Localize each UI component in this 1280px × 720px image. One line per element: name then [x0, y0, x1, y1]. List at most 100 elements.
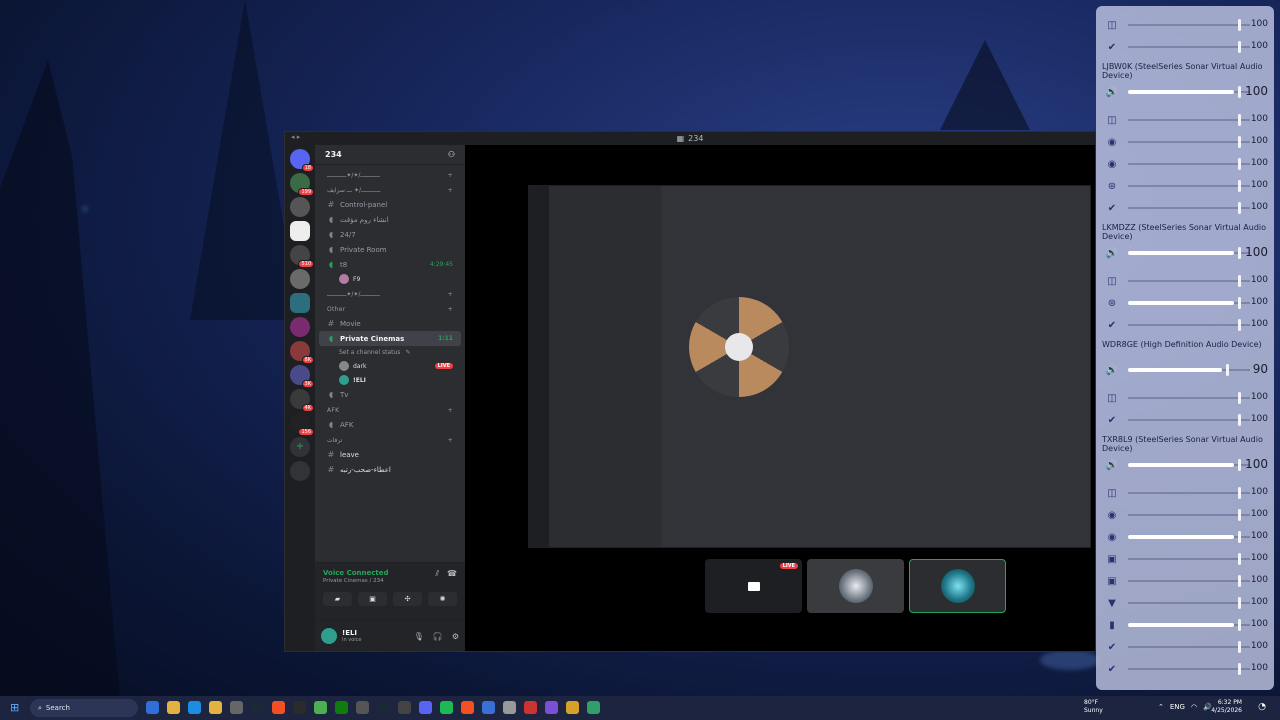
app-volume-row[interactable]: ✔ 100 — [1096, 38, 1274, 56]
server-icon[interactable]: 156 — [290, 413, 314, 436]
wifi-icon[interactable]: ◠ — [1191, 703, 1197, 711]
server-icon[interactable] — [290, 317, 310, 337]
app-volume-row[interactable]: ◉ 100 — [1096, 506, 1274, 524]
volume-slider[interactable] — [1128, 509, 1250, 521]
notification-icon[interactable]: ◔ — [1258, 702, 1266, 712]
volume-slider-thumb[interactable] — [1238, 180, 1241, 192]
settings-icon[interactable]: ⚙ — [452, 632, 459, 641]
app-volume-row[interactable]: ◉ 100 — [1096, 155, 1274, 173]
volume-slider-thumb[interactable] — [1238, 459, 1241, 471]
brave-icon[interactable] — [461, 701, 474, 714]
volume-slider-thumb[interactable] — [1238, 319, 1241, 331]
app-volume-row[interactable]: ▼ 100 — [1096, 594, 1274, 612]
back-forward-icon[interactable]: ◂ ▸ — [291, 133, 300, 141]
volume-slider-thumb[interactable] — [1238, 297, 1241, 309]
server-icon[interactable]: 3K — [290, 365, 314, 388]
app-icon[interactable] — [524, 701, 537, 714]
channel-roles[interactable]: # اعطاء-صحب-رتبه — [319, 462, 461, 477]
windows-icon[interactable] — [146, 701, 159, 714]
app-icon[interactable] — [503, 701, 516, 714]
volume-slider[interactable] — [1128, 597, 1250, 609]
volume-slider[interactable] — [1128, 180, 1250, 192]
volume-slider[interactable] — [1128, 86, 1250, 98]
members-icon[interactable]: ⚇ — [448, 150, 455, 159]
channel-voice[interactable]: ◖ انشاء روم مؤقت — [319, 212, 461, 227]
stream-tile[interactable]: LIVE — [705, 559, 802, 613]
category-header[interactable]: AFK + — [319, 402, 461, 417]
set-channel-status[interactable]: Set a channel status ✎ — [319, 346, 461, 359]
voice-member[interactable]: F9 — [319, 272, 461, 286]
volume-slider[interactable] — [1128, 575, 1250, 587]
discord-icon[interactable] — [419, 701, 432, 714]
device-volume-row[interactable]: 🔊 100 — [1096, 456, 1274, 474]
taskbar-apps[interactable] — [146, 701, 600, 714]
explore-icon[interactable] — [290, 461, 310, 481]
app-volume-row[interactable]: ✔ 100 — [1096, 638, 1274, 656]
volume-slider-thumb[interactable] — [1238, 392, 1241, 404]
volume-slider[interactable] — [1128, 641, 1250, 653]
volume-slider[interactable] — [1128, 247, 1250, 259]
app-volume-row[interactable]: ✔ 100 — [1096, 316, 1274, 334]
server-icon[interactable]: 4K — [290, 389, 314, 412]
epic-icon[interactable] — [293, 701, 306, 714]
volume-slider-thumb[interactable] — [1238, 663, 1241, 675]
app-icon[interactable] — [587, 701, 600, 714]
volume-slider[interactable] — [1128, 392, 1250, 404]
guild-header[interactable]: 234 ⚇ — [315, 145, 465, 165]
app-icon[interactable] — [482, 701, 495, 714]
volume-slider[interactable] — [1128, 619, 1250, 631]
spotify-icon[interactable] — [440, 701, 453, 714]
app-volume-row[interactable]: ◫ 100 — [1096, 272, 1274, 290]
app-icon[interactable] — [356, 701, 369, 714]
voice-location[interactable]: Private Cinemas / 234 — [323, 578, 389, 584]
headphones-icon[interactable]: 🎧 — [433, 632, 443, 641]
volume-slider-thumb[interactable] — [1238, 509, 1241, 521]
app-icon[interactable] — [545, 701, 558, 714]
volume-slider-thumb[interactable] — [1238, 641, 1241, 653]
app-volume-row[interactable]: ⊛ 100 — [1096, 294, 1274, 312]
app-icon[interactable] — [398, 701, 411, 714]
app-volume-row[interactable]: ◉ 100 — [1096, 528, 1274, 546]
category-header[interactable]: ـــــــــــ/✦ ـــ سرايف + — [319, 182, 461, 197]
volume-slider-thumb[interactable] — [1238, 19, 1241, 31]
volume-slider-thumb[interactable] — [1238, 531, 1241, 543]
volume-slider[interactable] — [1128, 158, 1250, 170]
app-volume-row[interactable]: ◫ 100 — [1096, 16, 1274, 34]
channel-tv[interactable]: ◖ Tv — [319, 387, 461, 402]
volume-slider-thumb[interactable] — [1238, 414, 1241, 426]
volume-slider-thumb[interactable] — [1238, 158, 1241, 170]
app-volume-row[interactable]: ✔ 100 — [1096, 199, 1274, 217]
home-icon[interactable]: 18 — [290, 149, 314, 172]
voice-member[interactable]: !ELI — [319, 373, 461, 387]
server-icon[interactable] — [290, 293, 310, 313]
volume-slider[interactable] — [1128, 275, 1250, 287]
channel-voice[interactable]: ◖ t8 4:29:45 — [319, 257, 461, 272]
volume-slider-thumb[interactable] — [1238, 275, 1241, 287]
participant-tile[interactable] — [807, 559, 904, 613]
app-volume-row[interactable]: ▣ 100 — [1096, 572, 1274, 590]
channel-leave[interactable]: # leave — [319, 447, 461, 462]
participant-tiles[interactable]: LIVE — [705, 559, 1006, 613]
app-volume-row[interactable]: ▮ 100 — [1096, 616, 1274, 634]
volume-slider[interactable] — [1128, 297, 1250, 309]
volume-slider-thumb[interactable] — [1238, 247, 1241, 259]
device-volume-row[interactable]: 🔊 100 — [1096, 244, 1274, 262]
soundboard-button[interactable]: ✺ — [428, 592, 457, 606]
volume-slider[interactable] — [1128, 41, 1250, 53]
volume-slider[interactable] — [1128, 114, 1250, 126]
system-tray[interactable]: ⌃ ENG ◠ 🔊 — [1158, 703, 1212, 711]
volume-slider-thumb[interactable] — [1238, 41, 1241, 53]
user-panel[interactable]: !ELI In voice 🎙 🎧 ⚙ — [315, 620, 465, 651]
category-header[interactable]: Other + — [319, 301, 461, 316]
steam-icon[interactable] — [251, 701, 264, 714]
channel-voice[interactable]: ◖ Private Room — [319, 242, 461, 257]
server-icon[interactable] — [290, 197, 310, 217]
volume-slider[interactable] — [1128, 663, 1250, 675]
clock[interactable]: 6:32 PM 4/25/2026 — [1211, 699, 1242, 715]
screen-share-button[interactable]: ▣ — [358, 592, 387, 606]
volume-slider-thumb[interactable] — [1238, 597, 1241, 609]
app-volume-row[interactable]: ◫ 100 — [1096, 111, 1274, 129]
settings-icon[interactable] — [230, 701, 243, 714]
app-volume-row[interactable]: ◫ 100 — [1096, 389, 1274, 407]
server-icon[interactable] — [290, 269, 310, 289]
